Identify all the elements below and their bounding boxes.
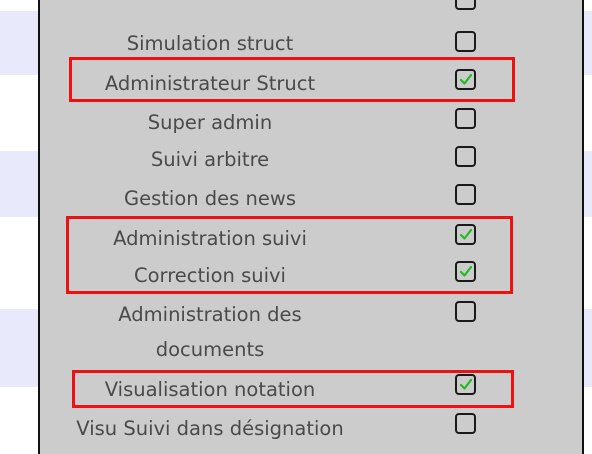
- permission-checkbox-suivi-arbitre[interactable]: [455, 146, 476, 167]
- permission-checkbox-administration-documents[interactable]: [455, 301, 476, 322]
- permission-checkbox-administration-suivi[interactable]: [455, 224, 476, 245]
- checkmark-icon: [459, 265, 473, 277]
- checkmark-icon: [459, 73, 473, 85]
- permission-label-super-admin: Super admin: [147, 111, 273, 134]
- permission-label-suivi-arbitre: Suivi arbitre: [150, 148, 270, 171]
- permission-checkbox-visu-suivi-designation[interactable]: [455, 413, 476, 434]
- permission-label-administration-documents-line1: Administration des: [118, 303, 302, 326]
- permission-checkbox-administrateur-struct[interactable]: [455, 69, 476, 90]
- permission-checkbox-correction-suivi[interactable]: [455, 261, 476, 282]
- permission-checkbox-gestion-habilitations[interactable]: [455, 0, 476, 10]
- permission-label-administrateur-struct: Administrateur Struct: [104, 72, 316, 95]
- permission-label-administration-suivi: Administration suivi: [113, 227, 307, 250]
- permission-label-correction-suivi: Correction suivi: [134, 264, 286, 287]
- permission-label-gestion-habilitations: Gestion des habilitations: [42, 0, 378, 10]
- checkmark-icon: [459, 378, 473, 390]
- permission-label-visu-suivi-designation: Visu Suivi dans désignation: [76, 417, 344, 440]
- permission-checkbox-gestion-news[interactable]: [455, 184, 476, 205]
- permission-label-simulation-struct: Simulation struct: [126, 32, 294, 55]
- permission-checkbox-super-admin[interactable]: [455, 108, 476, 129]
- permission-checkbox-simulation-struct[interactable]: [455, 31, 476, 52]
- permission-label-administration-documents-line2: documents: [155, 338, 265, 361]
- permission-label-visualisation-notation: Visualisation notation: [104, 378, 316, 401]
- permission-checkbox-visualisation-notation[interactable]: [455, 374, 476, 395]
- checkmark-icon: [459, 228, 473, 240]
- permission-label-gestion-news: Gestion des news: [123, 187, 296, 210]
